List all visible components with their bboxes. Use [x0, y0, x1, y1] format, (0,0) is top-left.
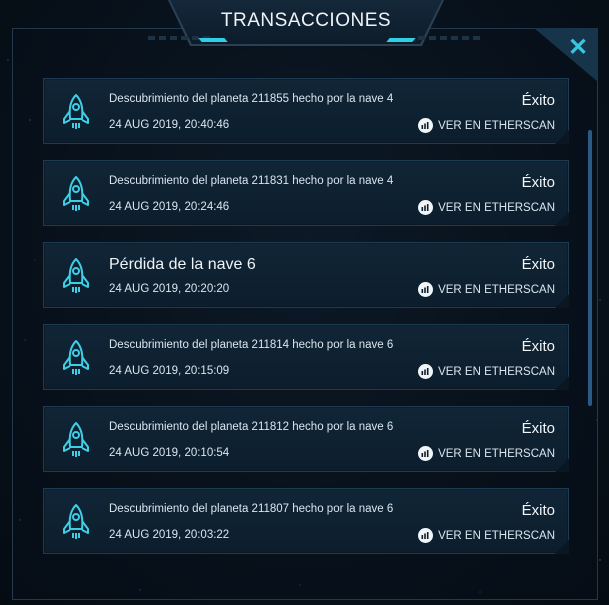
rocket-icon: [63, 94, 89, 129]
etherscan-link[interactable]: VER EN ETHERSCAN: [418, 282, 555, 297]
etherscan-link[interactable]: VER EN ETHERSCAN: [418, 200, 555, 215]
transaction-date: 24 AUG 2019, 20:15:09: [109, 365, 230, 377]
dialog-title: TRANSACCIONES: [220, 10, 392, 31]
transaction-row: Pérdida de la nave 6 24 AUG 2019, 20:20:…: [43, 242, 569, 308]
transaction-list: Descubrimiento del planeta 211855 hecho …: [43, 78, 569, 570]
close-button[interactable]: ✕: [567, 34, 589, 61]
transaction-description: Descubrimiento del planeta 211812 hecho …: [109, 421, 394, 433]
transaction-description: Descubrimiento del planeta 211855 hecho …: [109, 93, 394, 105]
transaction-status: Éxito: [521, 338, 555, 355]
transaction-row: Descubrimiento del planeta 211855 hecho …: [43, 78, 569, 144]
etherscan-icon: [418, 528, 434, 543]
transaction-status: Éxito: [521, 420, 555, 437]
transaction-status: Éxito: [521, 502, 555, 519]
etherscan-link[interactable]: VER EN ETHERSCAN: [418, 118, 555, 133]
transaction-row: Descubrimiento del planeta 211814 hecho …: [43, 324, 569, 390]
etherscan-link-label: VER EN ETHERSCAN: [438, 119, 555, 132]
transaction-description: Descubrimiento del planeta 211814 hecho …: [109, 339, 394, 351]
etherscan-link-label: VER EN ETHERSCAN: [438, 529, 555, 542]
etherscan-link-label: VER EN ETHERSCAN: [438, 201, 555, 214]
transaction-row: Descubrimiento del planeta 211831 hecho …: [43, 160, 569, 226]
transaction-date: 24 AUG 2019, 20:24:46: [109, 201, 230, 213]
title-dashes-right: [418, 36, 480, 40]
transaction-status: Éxito: [521, 92, 555, 109]
etherscan-link-label: VER EN ETHERSCAN: [438, 365, 555, 378]
etherscan-link[interactable]: VER EN ETHERSCAN: [418, 446, 555, 461]
etherscan-link-label: VER EN ETHERSCAN: [438, 447, 555, 460]
rocket-icon: [63, 340, 89, 375]
etherscan-link[interactable]: VER EN ETHERSCAN: [418, 528, 555, 543]
transaction-row: Descubrimiento del planeta 211812 hecho …: [43, 406, 569, 472]
title-accent-left: [198, 38, 228, 42]
transaction-date: 24 AUG 2019, 20:10:54: [109, 447, 230, 459]
etherscan-icon: [418, 282, 434, 297]
etherscan-icon: [418, 364, 434, 379]
etherscan-icon: [418, 446, 434, 461]
etherscan-icon: [418, 200, 434, 215]
title-accent-right: [386, 38, 416, 42]
transaction-description: Descubrimiento del planeta 211807 hecho …: [109, 503, 394, 515]
transaction-date: 24 AUG 2019, 20:20:20: [109, 283, 230, 295]
transaction-status: Éxito: [521, 256, 555, 273]
rocket-icon: [63, 176, 89, 211]
rocket-icon: [63, 258, 89, 293]
transaction-description: Descubrimiento del planeta 211831 hecho …: [109, 175, 394, 187]
transaction-status: Éxito: [521, 174, 555, 191]
transaction-row: Descubrimiento del planeta 211807 hecho …: [43, 488, 569, 554]
close-icon: ✕: [567, 33, 589, 61]
transaction-description: Pérdida de la nave 6: [109, 256, 256, 273]
etherscan-link[interactable]: VER EN ETHERSCAN: [418, 364, 555, 379]
rocket-icon: [63, 422, 89, 457]
etherscan-icon: [418, 118, 434, 133]
transaction-date: 24 AUG 2019, 20:03:22: [109, 529, 230, 541]
transaction-date: 24 AUG 2019, 20:40:46: [109, 119, 230, 131]
scrollbar[interactable]: [588, 130, 592, 406]
rocket-icon: [63, 504, 89, 539]
etherscan-link-label: VER EN ETHERSCAN: [438, 283, 555, 296]
